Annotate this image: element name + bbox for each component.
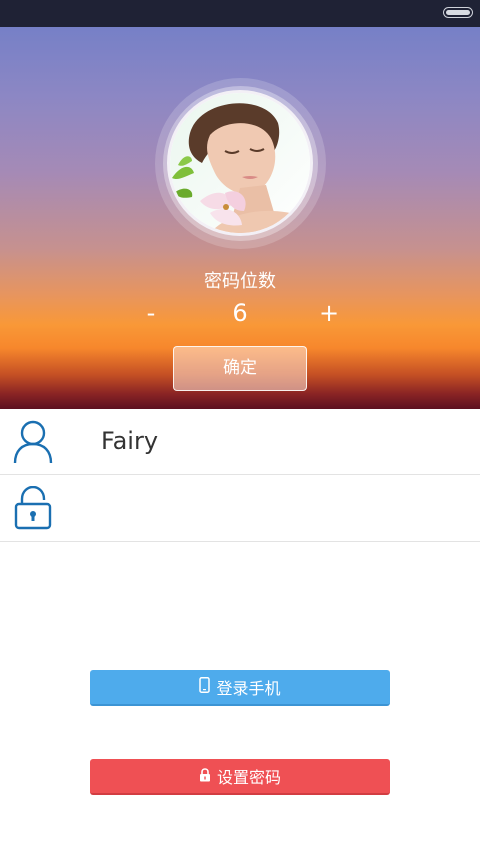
header-hero: 密码位数 - 6 + 确定 (0, 27, 480, 409)
increment-button[interactable]: + (314, 299, 344, 327)
avatar-photo-icon (170, 93, 310, 233)
password-length-label: 密码位数 (204, 271, 276, 292)
battery-icon (443, 7, 473, 18)
login-phone-button[interactable]: 登录手机 (90, 670, 390, 706)
username-text: Fairy (101, 427, 159, 455)
lock-icon (199, 767, 211, 786)
password-row[interactable] (0, 476, 480, 542)
password-length-value: 6 (232, 299, 248, 327)
set-password-label: 设置密码 (216, 768, 281, 787)
user-icon (13, 420, 53, 464)
lock-open-icon (14, 486, 52, 530)
phone-icon (199, 677, 211, 697)
login-phone-label: 登录手机 (216, 679, 281, 698)
avatar[interactable] (167, 90, 313, 236)
set-password-button[interactable]: 设置密码 (90, 759, 390, 795)
username-row[interactable]: Fairy (0, 409, 480, 475)
confirm-button[interactable]: 确定 (173, 346, 307, 391)
status-bar (0, 0, 480, 27)
decrement-button[interactable]: - (136, 299, 166, 327)
